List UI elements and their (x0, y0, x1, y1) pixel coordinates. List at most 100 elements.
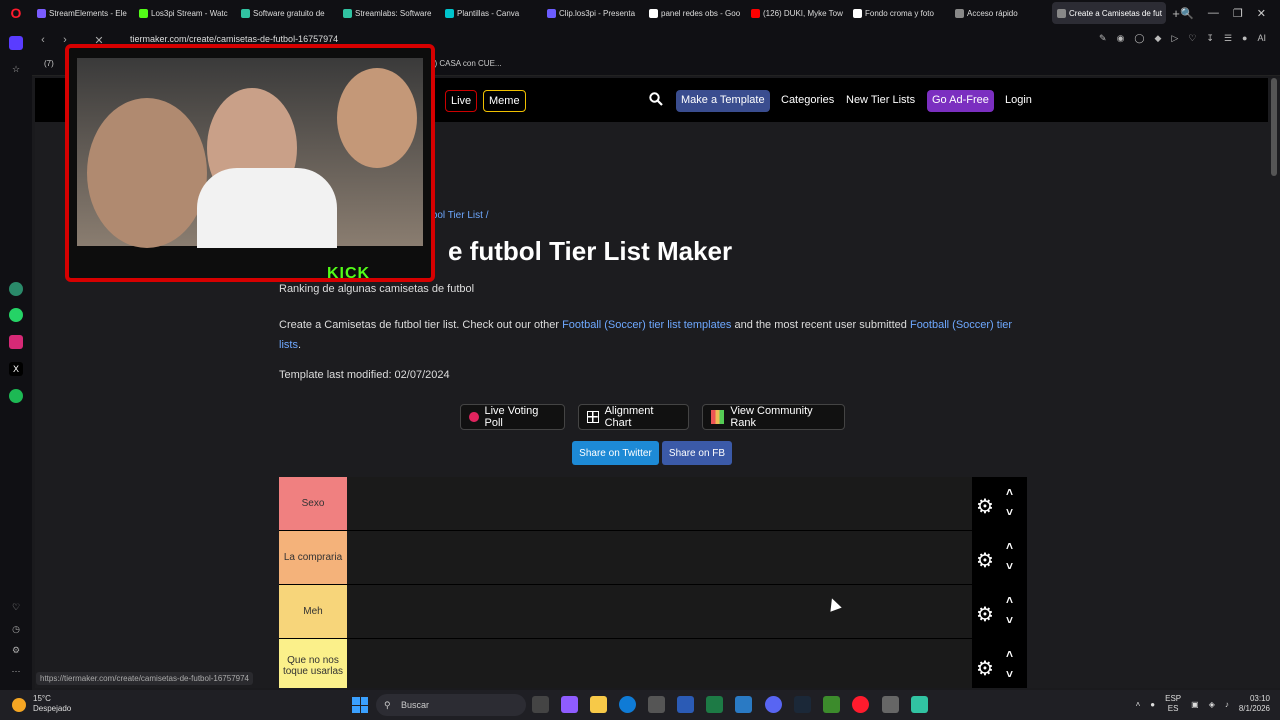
excel-icon[interactable] (706, 696, 723, 713)
browser-tab[interactable]: Software gratuito de (236, 2, 336, 24)
download-icon[interactable]: ↧ (1206, 33, 1214, 44)
chevron-up-icon[interactable]: ˄ (1136, 700, 1141, 709)
wifi-icon[interactable]: ◈ (1209, 700, 1215, 709)
x-icon[interactable]: X (9, 362, 23, 376)
browser-tab[interactable]: Clip.los3pi - Presenta (542, 2, 642, 24)
weather-icon[interactable] (12, 698, 26, 712)
chevron-down-icon[interactable]: ˅ (1006, 559, 1013, 573)
browser-tab[interactable]: Plantillas - Canva (440, 2, 540, 24)
make-template-button[interactable]: Make a Template (676, 90, 770, 112)
menu-icon[interactable]: ☰ (1224, 33, 1232, 44)
tier-label[interactable]: Meh (279, 585, 347, 638)
file-explorer-icon[interactable] (590, 696, 607, 713)
language-indicator[interactable]: ESP ES (1165, 694, 1181, 714)
new-tier-lists-link[interactable]: New Tier Lists (841, 90, 920, 112)
live-voting-poll-button[interactable]: Live Voting Poll (460, 404, 565, 430)
heart-icon[interactable]: ♡ (9, 600, 23, 614)
more-icon[interactable]: ⋯ (9, 664, 23, 678)
categories-link[interactable]: Categories (776, 90, 839, 112)
spotify-icon[interactable] (9, 389, 23, 403)
heart-icon[interactable]: ♡ (1188, 33, 1196, 44)
meme-button[interactable]: Meme (483, 90, 526, 112)
taskbar-search[interactable]: ⚲ Buscar (376, 694, 526, 716)
live-button[interactable]: Live (445, 90, 478, 112)
share-twitter-button[interactable]: Share on Twitter (572, 441, 659, 465)
chevron-down-icon[interactable]: ˅ (1006, 667, 1013, 681)
page-scrollbar[interactable] (1268, 78, 1280, 688)
tier-drop-zone[interactable] (347, 477, 972, 530)
vscode-icon[interactable] (735, 696, 752, 713)
network-icon[interactable]: ▣ (1191, 700, 1199, 709)
opera-logo-icon[interactable]: O (0, 0, 32, 26)
minimize-icon[interactable]: — (1208, 7, 1219, 19)
gear-icon[interactable]: ⚙ (976, 548, 994, 573)
gear-icon[interactable]: ⚙ (976, 602, 994, 627)
tier-label[interactable]: Sexo (279, 477, 347, 530)
templates-link[interactable]: Football (Soccer) tier list templates (562, 319, 731, 331)
home-icon[interactable] (9, 36, 23, 50)
weather-widget[interactable]: 15°C Despejado (33, 694, 71, 714)
browser-tab[interactable]: Los3pi Stream - Watc (134, 2, 234, 24)
bookmark-item[interactable]: 7) CASA con CUE... (430, 59, 502, 68)
browser-tab[interactable]: panel redes obs - Goo (644, 2, 744, 24)
opera-gx-icon[interactable] (852, 696, 869, 713)
tier-label[interactable]: La compraria (279, 531, 347, 584)
history-icon[interactable]: ◷ (9, 622, 23, 636)
chatgpt-icon[interactable] (9, 282, 23, 296)
edge-icon[interactable] (619, 696, 636, 713)
browser-tab[interactable]: Streamlabs: Software (338, 2, 438, 24)
chevron-up-icon[interactable]: ˄ (1006, 647, 1013, 661)
settings-icon[interactable]: ⚙ (9, 643, 23, 657)
share-fb-button[interactable]: Share on FB (662, 441, 732, 465)
search-icon[interactable] (649, 92, 663, 106)
bookmark-item[interactable]: (7) (44, 59, 54, 68)
close-icon[interactable]: ✕ (1257, 7, 1266, 20)
minecraft-icon[interactable] (823, 696, 840, 713)
chevron-up-icon[interactable]: ˄ (1006, 593, 1013, 607)
browser-tab[interactable]: Fondo croma y foto (848, 2, 948, 24)
windows-start-icon[interactable] (352, 697, 368, 713)
extensions-icon[interactable]: ◆ (1155, 33, 1162, 44)
view-community-rank-button[interactable]: View Community Rank (702, 404, 845, 430)
back-icon[interactable]: ‹ (32, 34, 54, 46)
chevron-up-icon[interactable]: ˄ (1006, 485, 1013, 499)
clock[interactable]: 03:10 8/1/2026 (1239, 694, 1270, 714)
chevron-up-icon[interactable]: ˄ (1006, 539, 1013, 553)
browser-tab[interactable]: StreamElements - Ele (32, 2, 132, 24)
chevron-down-icon[interactable]: ˅ (1006, 613, 1013, 627)
instagram-icon[interactable] (9, 335, 23, 349)
gear-icon[interactable]: ⚙ (976, 656, 994, 681)
search-tabs-icon[interactable]: 🔍 (1180, 7, 1194, 20)
word-icon[interactable] (677, 696, 694, 713)
chevron-down-icon[interactable]: ˅ (1006, 505, 1013, 519)
tier-label[interactable]: Que no nos toque usarlas (279, 639, 347, 688)
go-ad-free-button[interactable]: Go Ad-Free (927, 90, 994, 112)
edit-icon[interactable]: ✎ (1099, 33, 1107, 44)
steam-icon[interactable] (794, 696, 811, 713)
breadcrumb[interactable]: tbol Tier List / (429, 210, 488, 221)
browser-tab[interactable]: Create a Camisetas de fut (1052, 2, 1166, 24)
pin-icon[interactable]: ☆ (9, 62, 23, 76)
play-icon[interactable]: ▷ (1171, 33, 1178, 44)
login-link[interactable]: Login (1000, 90, 1037, 112)
ai-icon[interactable]: AI (1257, 33, 1266, 44)
streamlabs-icon[interactable] (911, 696, 928, 713)
gear-icon[interactable]: ⚙ (976, 494, 994, 519)
tier-drop-zone[interactable] (347, 531, 972, 584)
store-icon[interactable] (648, 696, 665, 713)
shield-icon[interactable]: ◯ (1134, 33, 1144, 44)
tier-drop-zone[interactable] (347, 585, 972, 638)
browser-tab[interactable]: (126) DUKI, Myke Tow (746, 2, 846, 24)
whatsapp-icon[interactable] (9, 308, 23, 322)
copilot-icon[interactable] (561, 696, 578, 713)
camera-icon[interactable]: ◉ (1117, 33, 1125, 44)
mic-icon[interactable]: ● (1150, 700, 1155, 709)
scroll-thumb[interactable] (1271, 78, 1277, 176)
task-view-icon[interactable] (532, 696, 549, 713)
alignment-chart-button[interactable]: Alignment Chart (578, 404, 689, 430)
discord-icon[interactable] (765, 696, 782, 713)
browser-tab[interactable]: Acceso rápido (950, 2, 1050, 24)
volume-icon[interactable]: ♪ (1225, 700, 1229, 709)
tier-drop-zone[interactable] (347, 639, 972, 688)
profile-icon[interactable]: ● (1242, 33, 1247, 44)
